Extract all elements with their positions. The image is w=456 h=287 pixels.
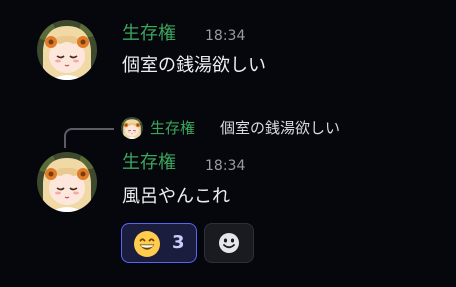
reply-username[interactable]: 生存権 bbox=[150, 118, 195, 138]
message-content: 風呂やんこれ bbox=[122, 186, 230, 207]
grinning-face-icon bbox=[134, 231, 160, 257]
add-reaction-button[interactable] bbox=[204, 223, 254, 263]
smiley-add-reaction-icon bbox=[219, 233, 239, 253]
timestamp: 18:34 bbox=[205, 158, 246, 174]
reply-content[interactable]: 個室の銭湯欲しい bbox=[220, 118, 340, 138]
reply-spine bbox=[64, 128, 114, 148]
username[interactable]: 生存権 bbox=[122, 152, 176, 174]
reply-avatar[interactable] bbox=[121, 117, 143, 139]
anime-girl-avatar-icon bbox=[37, 152, 97, 212]
anime-girl-avatar-icon bbox=[121, 117, 143, 139]
reaction-grinning-face[interactable]: 3 bbox=[121, 223, 197, 263]
user-avatar[interactable] bbox=[37, 152, 97, 212]
message-2: 生存権 個室の銭湯欲しい 生存権 18:34 風呂やんこれ 3 bbox=[0, 0, 456, 287]
reaction-count: 3 bbox=[172, 232, 185, 253]
